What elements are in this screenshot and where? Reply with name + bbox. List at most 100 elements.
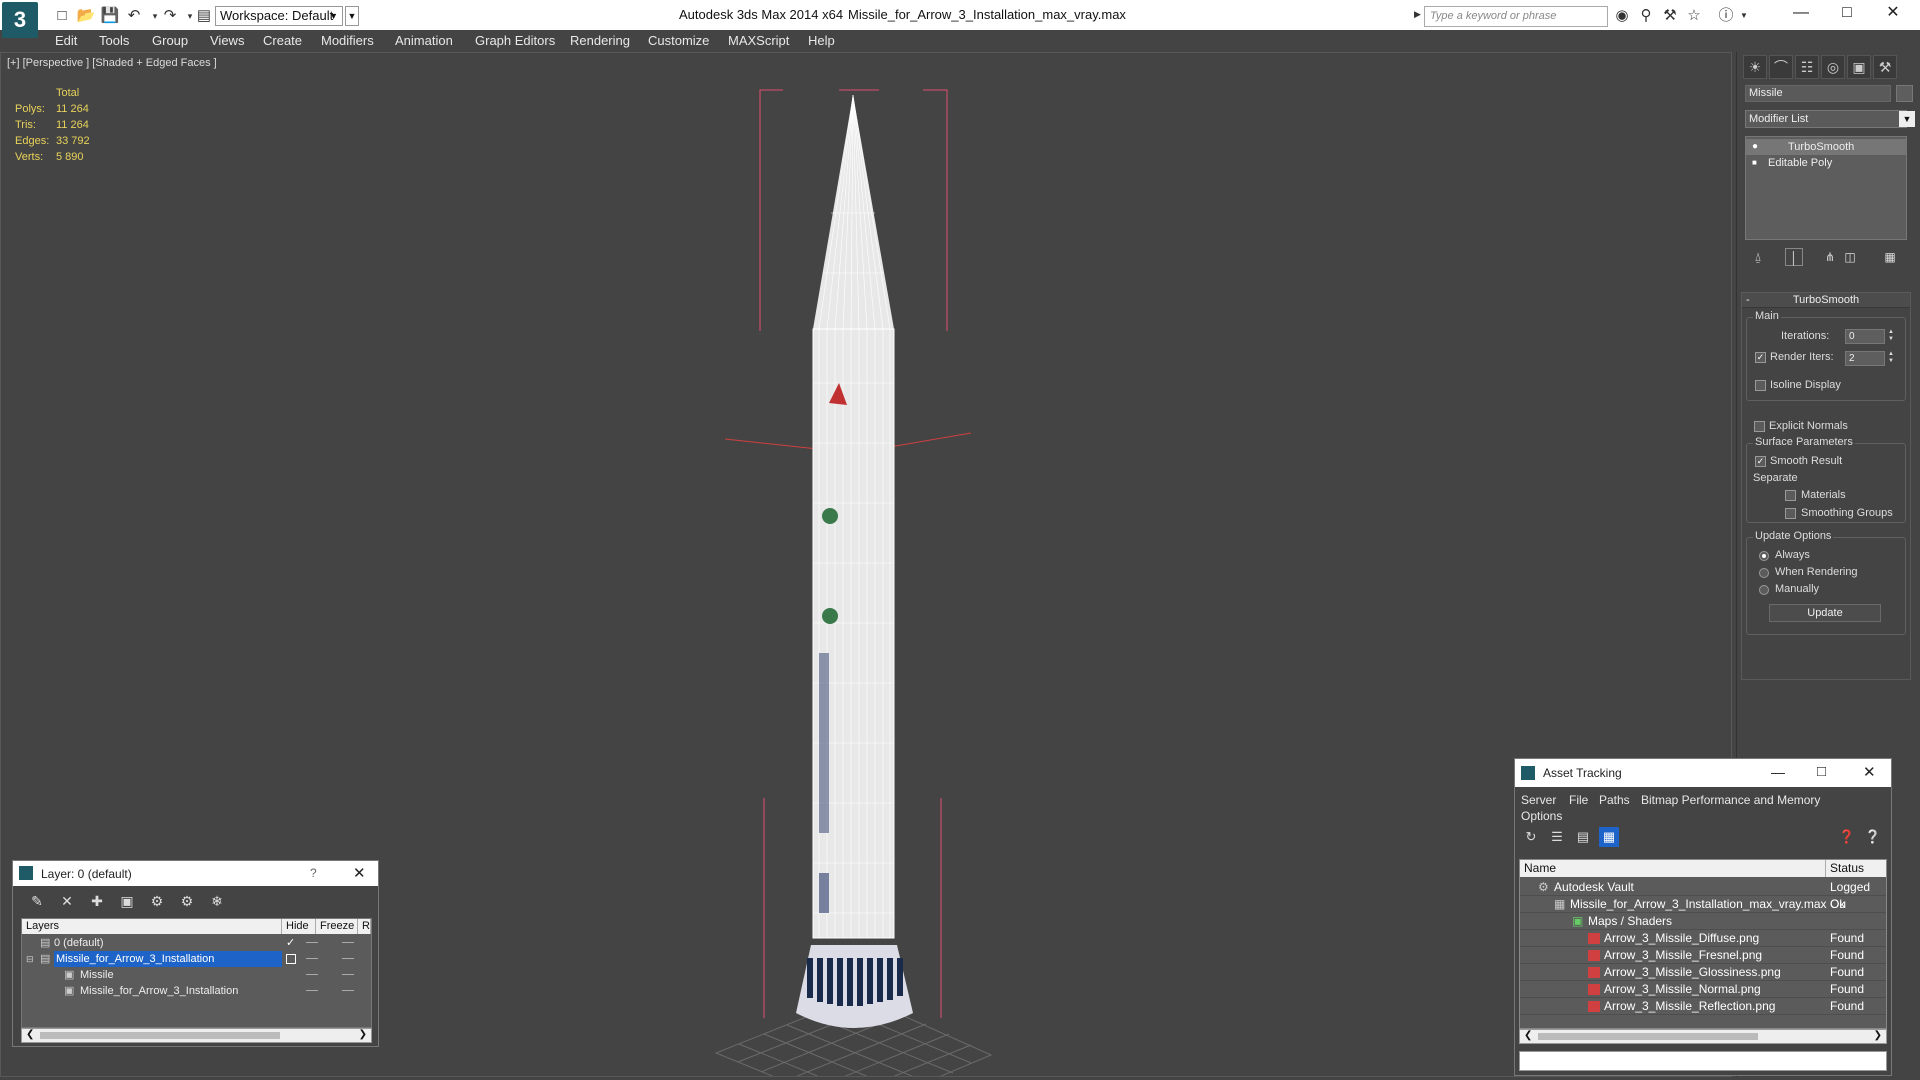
explicit-normals-checkbox[interactable] (1754, 421, 1765, 432)
hide-toggle[interactable] (306, 990, 318, 991)
layer-row[interactable]: ⊟ ▤ Missile_for_Arrow_3_Installation (22, 951, 371, 967)
add-to-layer-icon[interactable]: ✚ (87, 891, 107, 911)
menu-graph-editors[interactable]: Graph Editors (475, 33, 555, 48)
menu-maxscript[interactable]: MAXScript (728, 33, 789, 48)
collapse-icon[interactable]: ⊟ (26, 951, 34, 967)
hide-toggle[interactable] (306, 942, 318, 943)
isoline-display-checkbox[interactable] (1755, 380, 1766, 391)
create-tab-icon[interactable]: ☀ (1743, 55, 1767, 79)
active-layer-check-icon[interactable]: ✓ (286, 935, 295, 951)
asset-menu-server[interactable]: Server (1521, 793, 1556, 807)
hide-toggle[interactable] (306, 958, 318, 959)
asset-menu-paths[interactable]: Paths (1599, 793, 1630, 807)
asset-row[interactable]: ▣ Maps / Shaders (1520, 913, 1886, 930)
stack-item-editable-poly[interactable]: ■ Editable Poly (1746, 155, 1906, 171)
close-icon[interactable]: ✕ (1863, 763, 1876, 781)
tree-view-icon[interactable]: ▤ (1573, 827, 1593, 847)
highlight-selected-icon[interactable]: ⚙ (147, 891, 167, 911)
refresh-icon[interactable]: ↻ (1521, 827, 1541, 847)
asset-menu-bitmap-performance[interactable]: Bitmap Performance and Memory (1641, 793, 1820, 807)
minimize-icon[interactable]: — (1778, 0, 1824, 26)
remove-modifier-icon[interactable]: ◫ (1841, 248, 1859, 266)
workspace-dropdown[interactable]: Workspace: Default ▼ (215, 6, 343, 26)
stack-item-turbosmooth[interactable]: ● TurboSmooth (1746, 139, 1906, 155)
spinner-arrows-icon[interactable]: ▲ ▼ (1886, 351, 1896, 366)
asset-row[interactable]: Arrow_3_Missile_Glossiness.png Found (1520, 964, 1886, 981)
freeze-all-layers-icon[interactable]: ❄ (207, 891, 227, 911)
expand-plus-icon[interactable]: ■ (1752, 157, 1762, 168)
layer-dialog-titlebar[interactable]: Layer: 0 (default) ? ✕ (13, 861, 378, 886)
binoculars-icon[interactable]: ◉ (1612, 6, 1632, 26)
object-color-swatch[interactable] (1896, 85, 1913, 102)
app-menu-button[interactable]: 3 (2, 2, 38, 38)
search-expand-icon[interactable]: ▶ (1414, 9, 1421, 20)
help-icon[interactable]: ❓ (1837, 827, 1857, 847)
object-name-field[interactable]: Missile (1745, 85, 1891, 102)
asset-menu-options[interactable]: Options (1521, 809, 1562, 823)
column-header-layers[interactable]: Layers (22, 919, 282, 934)
motion-tab-icon[interactable]: ◎ (1821, 55, 1845, 79)
save-file-icon[interactable]: 💾 (100, 6, 120, 26)
asset-row[interactable]: ⚙ Autodesk Vault Logged Ou (1520, 879, 1886, 911)
update-always-radio[interactable] (1759, 551, 1769, 561)
asset-row[interactable]: ▦ Missile_for_Arrow_3_Installation_max_v… (1520, 896, 1886, 913)
horizontal-scrollbar[interactable]: ❮ ❯ (21, 1028, 372, 1043)
undo-icon[interactable]: ↶ (124, 6, 144, 26)
hint-icon[interactable]: ❔ (1863, 827, 1883, 847)
horizontal-scrollbar[interactable]: ❮ ❯ (1519, 1029, 1887, 1044)
scrollbar-thumb[interactable] (1538, 1033, 1758, 1040)
menu-edit[interactable]: Edit (55, 33, 77, 48)
freeze-toggle[interactable] (342, 942, 354, 943)
rollout-header[interactable]: - TurboSmooth (1742, 293, 1910, 308)
lightbulb-icon[interactable]: ● (1752, 141, 1762, 152)
freeze-toggle[interactable] (342, 974, 354, 975)
display-tab-icon[interactable]: ▣ (1847, 55, 1871, 79)
asset-path-field[interactable] (1519, 1051, 1887, 1071)
render-iters-checkbox[interactable]: ✓ (1755, 352, 1766, 363)
modify-tab-icon[interactable]: ⌒ (1769, 55, 1793, 79)
asset-row[interactable]: Arrow_3_Missile_Fresnel.png Found (1520, 947, 1886, 964)
asset-row[interactable]: Arrow_3_Missile_Reflection.png Found (1520, 998, 1886, 1015)
freeze-toggle[interactable] (342, 990, 354, 991)
menu-customize[interactable]: Customize (648, 33, 709, 48)
modifier-list-dropdown[interactable]: Modifier List (1745, 110, 1907, 128)
make-unique-icon[interactable]: ⋔ (1821, 248, 1839, 266)
column-header-freeze[interactable]: Freeze (316, 919, 358, 934)
search-input[interactable]: Type a keyword or phrase (1424, 6, 1608, 27)
smooth-result-checkbox[interactable]: ✓ (1755, 456, 1766, 467)
close-icon[interactable]: ✕ (1870, 0, 1916, 26)
utilities-tab-icon[interactable]: ⚒ (1873, 55, 1897, 79)
hide-all-layers-icon[interactable]: ⚙ (177, 891, 197, 911)
scrollbar-thumb[interactable] (40, 1032, 280, 1039)
asset-menu-file[interactable]: File (1569, 793, 1588, 807)
close-icon[interactable]: ✕ (353, 864, 366, 882)
create-layer-icon[interactable]: ✎ (27, 891, 47, 911)
menu-help[interactable]: Help (808, 33, 835, 48)
help-dropdown-icon[interactable]: ▼ (1734, 6, 1754, 26)
set-active-layer-box[interactable] (286, 954, 296, 964)
iterations-spinner[interactable]: 0 (1845, 329, 1885, 344)
hierarchy-tab-icon[interactable]: ☷ (1795, 55, 1819, 79)
column-header-render[interactable]: R (358, 919, 371, 934)
menu-animation[interactable]: Animation (395, 33, 453, 48)
update-button[interactable]: Update (1769, 604, 1881, 622)
help-icon[interactable]: ⓘ (1716, 6, 1736, 26)
minimize-icon[interactable]: — (1771, 764, 1785, 780)
menu-modifiers[interactable]: Modifiers (321, 33, 374, 48)
menu-tools[interactable]: Tools (99, 33, 129, 48)
quick-access-customize-icon[interactable]: ▼ (345, 6, 359, 26)
chevron-down-icon[interactable]: ▼ (1899, 111, 1915, 127)
scroll-right-icon[interactable]: ❯ (1874, 1030, 1882, 1041)
delete-layer-icon[interactable]: ✕ (57, 891, 77, 911)
update-when-rendering-radio[interactable] (1759, 568, 1769, 578)
scroll-left-icon[interactable]: ❮ (26, 1029, 34, 1040)
help-icon[interactable]: ? (310, 866, 317, 880)
new-file-icon[interactable]: □ (52, 6, 72, 26)
scroll-left-icon[interactable]: ❮ (1524, 1030, 1532, 1041)
update-manually-radio[interactable] (1759, 585, 1769, 595)
menu-views[interactable]: Views (210, 33, 244, 48)
asset-row[interactable]: Arrow_3_Missile_Diffuse.png Found (1520, 930, 1886, 947)
hide-toggle[interactable] (306, 974, 318, 975)
scroll-right-icon[interactable]: ❯ (359, 1029, 367, 1040)
layer-row[interactable]: ▣ Missile_for_Arrow_3_Installation (22, 983, 371, 999)
